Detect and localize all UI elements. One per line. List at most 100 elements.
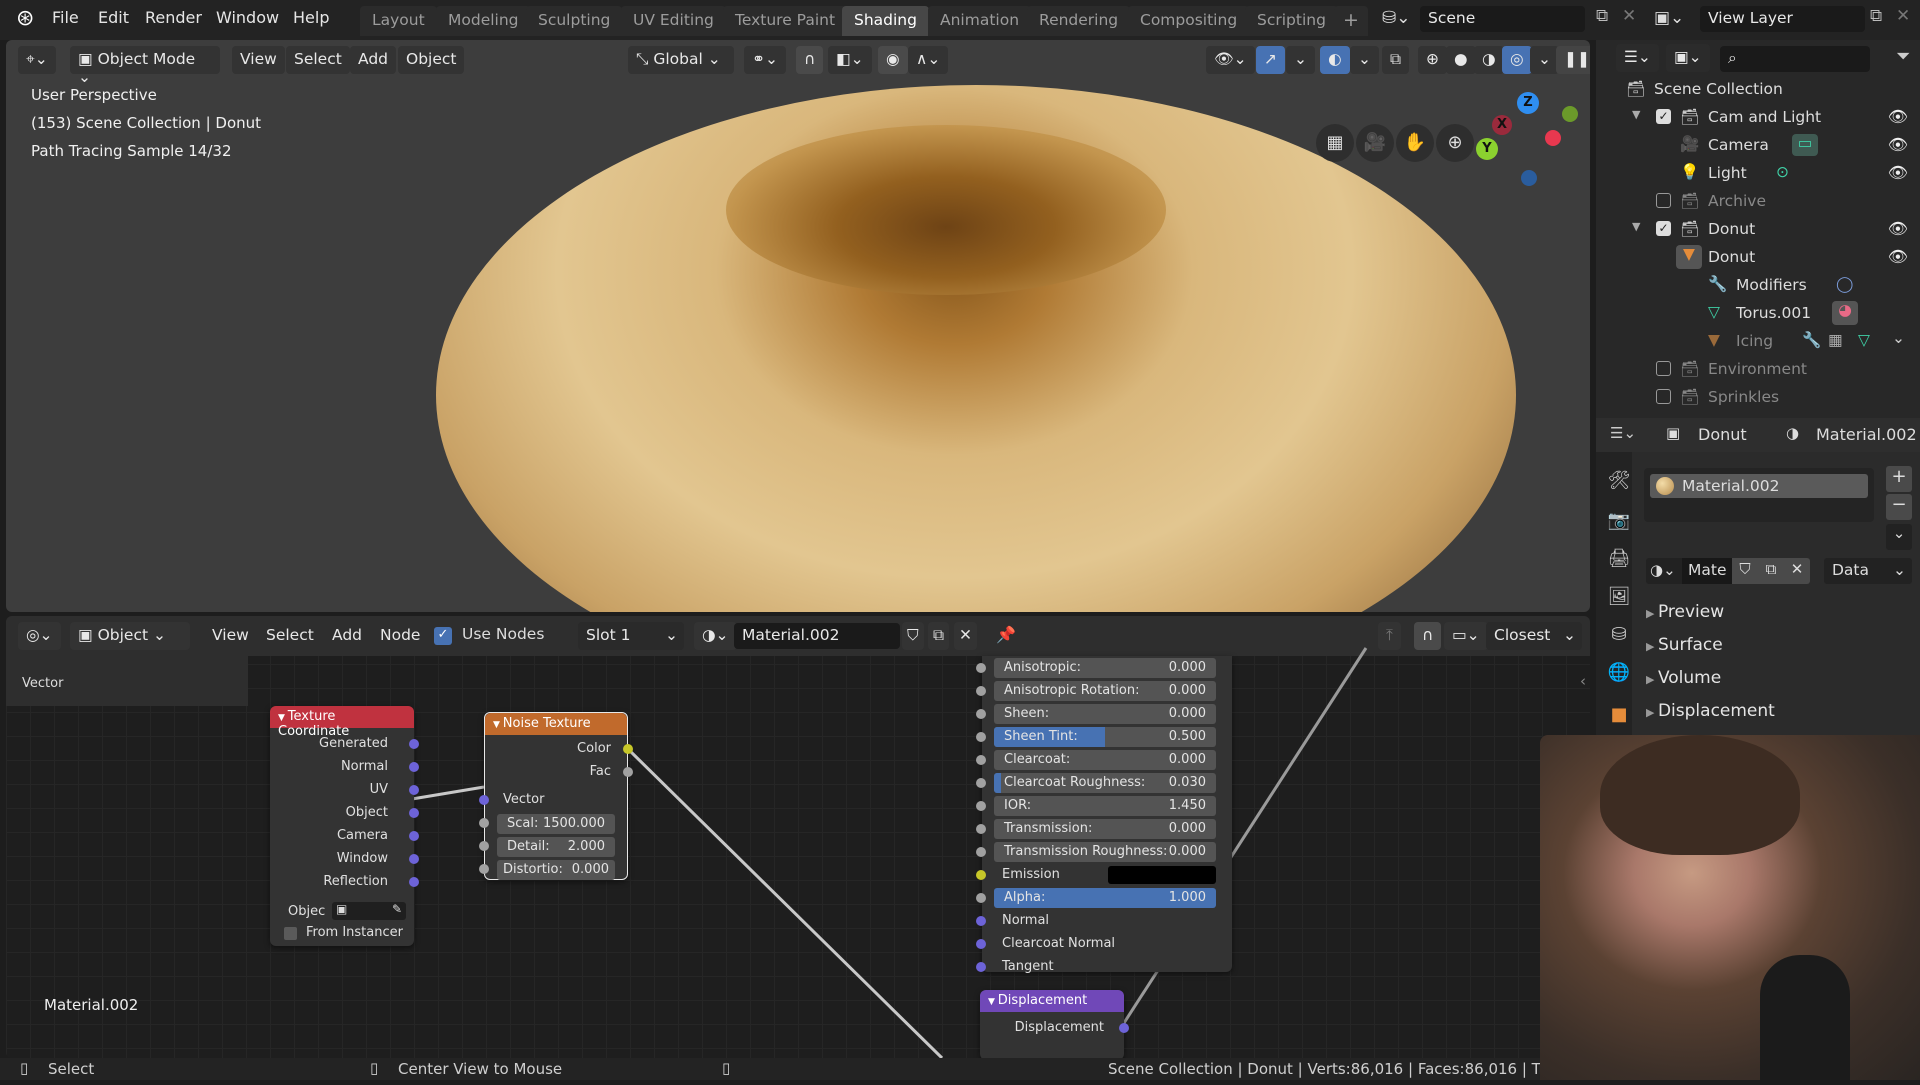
outliner-row-sprinkles[interactable]: 🗃 Sprinkles — [1596, 384, 1920, 411]
outliner-display-mode-icon[interactable]: ☰⌄ — [1616, 44, 1659, 72]
output-socket-uv[interactable] — [409, 785, 419, 795]
tab-scripting[interactable]: Scripting — [1245, 6, 1338, 36]
outliner-row-donut-object[interactable]: ▼ Donut 👁 — [1596, 244, 1920, 271]
visibility-eye-icon[interactable]: 👁 — [1888, 163, 1908, 182]
visibility-eye-icon[interactable]: 👁 — [1888, 135, 1908, 154]
visibility-eye-icon[interactable]: 👁 — [1888, 219, 1908, 238]
overlay-dropdown-icon[interactable]: ⌄ — [1350, 46, 1379, 74]
principled-field[interactable]: Anisotropic Rotation: 0.000 — [994, 681, 1216, 701]
filter-icon[interactable]: ⏷ — [1896, 46, 1910, 67]
visibility-eye-icon[interactable]: 👁 — [1888, 247, 1908, 266]
gizmo-toggle-icon[interactable]: ↗ — [1256, 46, 1285, 74]
proportional-edit-icon[interactable]: ◉ — [878, 46, 908, 74]
camera-data-icon[interactable]: ▭ — [1792, 134, 1818, 156]
editor-type-icon[interactable]: ☰⌄ — [1610, 424, 1636, 442]
visibility-selectability-icon[interactable]: 👁⌄ — [1206, 46, 1255, 74]
outliner-search-input[interactable]: ⌕ — [1720, 46, 1870, 72]
viewport-menu-object[interactable]: Object — [398, 46, 465, 74]
object-picker-field[interactable]: ▣ ✎ — [332, 902, 406, 920]
exclude-checkbox[interactable]: ✓ — [1656, 221, 1671, 236]
outliner-row-cam-and-light[interactable]: ▼ ✓ 🗃 Cam and Light 👁 — [1596, 104, 1920, 131]
expand-arrow-icon[interactable]: ▼ — [1632, 220, 1640, 233]
scene-tab-icon[interactable]: ⛁ — [1604, 620, 1634, 650]
scene-selector-icon[interactable]: ⛁⌄ — [1382, 8, 1411, 28]
output-socket-reflection[interactable] — [409, 877, 419, 887]
link-dropdown[interactable]: Data ⌄ — [1824, 558, 1912, 584]
outliner-view-layer-icon[interactable]: ▣⌄ — [1666, 44, 1710, 72]
tool-selector-icon[interactable]: ⌖⌄ — [18, 46, 56, 74]
delete-view-layer-icon[interactable]: ✕ — [1896, 6, 1910, 26]
node-displacement[interactable]: ▼ Displacement Displacement — [980, 990, 1129, 1058]
wrench-icon[interactable]: 🔧 — [1802, 331, 1821, 349]
input-socket[interactable] — [976, 916, 986, 926]
gizmo-neg-y-dot[interactable] — [1562, 106, 1578, 122]
gizmo-dropdown-icon[interactable]: ⌄ — [1286, 46, 1315, 74]
menu-edit[interactable]: Edit — [98, 8, 129, 27]
outliner-row-scene-collection[interactable]: 🗃 Scene Collection — [1596, 76, 1920, 103]
panel-displacement[interactable]: ▶ Displacement — [1646, 701, 1775, 721]
from-instancer-checkbox[interactable] — [284, 927, 297, 940]
xray-toggle-icon[interactable]: ⧉ — [1382, 46, 1410, 74]
gizmo-neg-x-dot[interactable] — [1545, 130, 1561, 146]
input-socket[interactable] — [976, 663, 986, 673]
material-icon[interactable]: ◕ — [1832, 301, 1858, 325]
view-layer-tab-icon[interactable]: 🖼 — [1604, 582, 1634, 612]
outliner-row-modifiers[interactable]: 🔧 Modifiers ◯ — [1596, 272, 1920, 299]
principled-field[interactable]: IOR: 1.450 — [994, 796, 1216, 816]
light-data-icon[interactable]: ⊙ — [1776, 163, 1789, 181]
input-socket[interactable] — [976, 824, 986, 834]
exclude-checkbox[interactable] — [1656, 361, 1671, 376]
material-slot-row[interactable]: Material.002 — [1650, 474, 1868, 498]
principled-field[interactable]: Clearcoat: 0.000 — [994, 750, 1216, 770]
input-socket-scale[interactable] — [479, 818, 489, 828]
outliner-row-light[interactable]: 💡 Light ⊙ 👁 — [1596, 160, 1920, 187]
detail-field[interactable]: Detail: 2.000 — [497, 837, 615, 857]
remove-slot-button[interactable]: − — [1886, 494, 1912, 520]
shading-material-icon[interactable]: ◑ — [1474, 46, 1504, 74]
pause-render-icon[interactable]: ❚❚ — [1556, 46, 1590, 74]
shading-rendered-icon[interactable]: ◎ — [1502, 46, 1532, 74]
input-socket[interactable] — [976, 709, 986, 719]
overlay-toggle-icon[interactable]: ◐ — [1320, 46, 1350, 74]
view-layer-icon[interactable]: ▣⌄ — [1654, 8, 1684, 28]
outliner-row-torus[interactable]: ▽ Torus.001 ◕ — [1596, 300, 1920, 327]
visibility-eye-icon[interactable]: 👁 — [1888, 107, 1908, 126]
viewport-menu-add[interactable]: Add — [350, 46, 397, 74]
falloff-icon[interactable]: ∧⌄ — [908, 46, 949, 74]
world-tab-icon[interactable]: 🌐 — [1604, 658, 1634, 688]
delete-scene-icon[interactable]: ✕ — [1622, 6, 1636, 26]
tab-modeling[interactable]: Modeling — [436, 6, 531, 36]
input-socket[interactable] — [976, 801, 986, 811]
exclude-checkbox[interactable] — [1656, 193, 1671, 208]
input-socket[interactable] — [976, 778, 986, 788]
zoom-view-icon[interactable]: ⊕ — [1436, 124, 1474, 162]
input-socket[interactable] — [976, 962, 986, 972]
tab-animation[interactable]: Animation — [928, 6, 1032, 36]
snap-toggle-icon[interactable]: ∩ — [796, 46, 824, 74]
pan-hand-icon[interactable]: ✋ — [1396, 124, 1434, 162]
tab-uv-editing[interactable]: UV Editing — [621, 6, 726, 36]
panel-surface[interactable]: ▶ Surface — [1646, 635, 1723, 655]
menu-window[interactable]: Window — [216, 8, 279, 27]
unlink-material-icon[interactable]: ✕ — [1784, 558, 1810, 584]
viewport-menu-select[interactable]: Select — [286, 46, 350, 74]
duplicate-material-icon[interactable]: ⧉ — [1758, 558, 1784, 584]
tab-sculpting[interactable]: Sculpting — [526, 6, 623, 36]
tab-compositing[interactable]: Compositing — [1128, 6, 1250, 36]
pivot-point-icon[interactable]: ⚭⌄ — [744, 46, 786, 74]
blender-logo-icon[interactable]: ⊛ — [16, 6, 34, 31]
output-socket-window[interactable] — [409, 854, 419, 864]
node-principled-bsdf[interactable]: Anisotropic: 0.000 Anisotropic Rotation: 0.… — [976, 656, 1232, 974]
browse-material-icon[interactable]: ◑⌄ — [1646, 558, 1682, 584]
material-slot-list[interactable]: Material.002 — [1644, 468, 1874, 522]
distortion-field[interactable]: Distortio: 0.000 — [497, 860, 615, 880]
gizmo-neg-z-dot[interactable] — [1521, 170, 1537, 186]
snap-target-icon[interactable]: ◧⌄ — [828, 46, 872, 74]
output-socket-generated[interactable] — [409, 739, 419, 749]
outliner-row-donut-collection[interactable]: ▼ ✓ 🗃 Donut 👁 — [1596, 216, 1920, 243]
principled-field[interactable]: Sheen Tint: 0.500 — [994, 727, 1216, 747]
new-view-layer-icon[interactable]: ⧉ — [1870, 6, 1882, 26]
toggle-ortho-grid-icon[interactable]: ▦ — [1316, 124, 1354, 162]
outliner-row-icing[interactable]: ▼ Icing 🔧 ▦ ▽ ⌄ — [1596, 328, 1920, 355]
outliner-row-archive[interactable]: 🗃 Archive — [1596, 188, 1920, 215]
